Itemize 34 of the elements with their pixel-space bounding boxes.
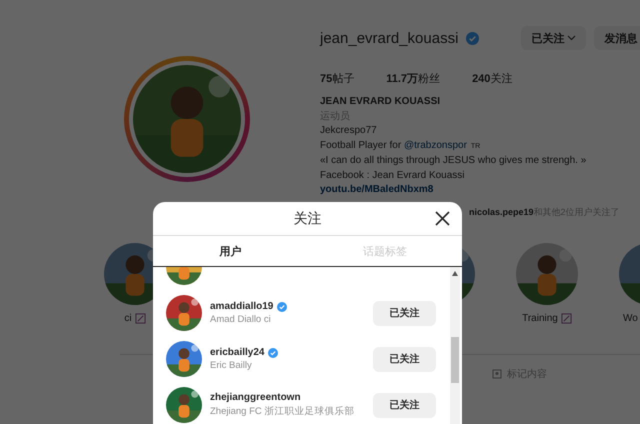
highlight-label: ci <box>124 312 132 324</box>
account-username[interactable]: zhejianggreentown <box>210 392 301 403</box>
stat-count[interactable]: 11.7万粉丝 <box>386 71 440 86</box>
mention-link[interactable]: @trabzonspor <box>404 138 467 153</box>
highlight-label: Training <box>522 312 558 324</box>
bio-text: Jekcrespo77 <box>320 124 377 138</box>
following-button[interactable]: 已关注 <box>373 300 436 326</box>
bio-text: Facebook : Jean Evrard Kouassi <box>320 168 465 182</box>
website-link[interactable]: youtu.be/MBaledNbxm8 <box>320 183 434 198</box>
account-username[interactable]: amaddiallo19 <box>210 301 274 312</box>
following-button[interactable]: 已关注 <box>373 346 436 372</box>
account-name: Zhejiang FC 浙江职业足球俱乐部 <box>210 405 356 418</box>
username: jean_evrard_kouassi <box>320 30 458 46</box>
dialog-title: 关注 <box>294 210 322 228</box>
account-username[interactable]: ericbailly24 <box>210 347 264 358</box>
bio-text: «I can do all things through JESUS who gives me strengh. » <box>320 154 586 168</box>
chevron-down-icon <box>567 35 576 41</box>
account-name: Amad Diallo ci <box>210 314 272 325</box>
close-icon[interactable] <box>435 211 450 226</box>
tag-icon <box>492 368 502 378</box>
message-button[interactable]: 发消息 <box>594 26 640 50</box>
following-button[interactable]: 已关注 <box>373 392 436 418</box>
stat-count[interactable]: 75帖子 <box>320 71 354 86</box>
bio-text: Football Player for <box>320 138 402 152</box>
scrollbar[interactable] <box>450 267 460 424</box>
highlight-label: Wo <box>623 312 638 324</box>
scroll-thumb[interactable] <box>451 337 459 383</box>
full-name: JEAN EVRARD KOUASSI <box>320 95 442 109</box>
dialog-tab[interactable]: 用户 <box>153 236 308 266</box>
stat-count[interactable]: 240关注 <box>472 71 512 86</box>
scroll-up-icon[interactable] <box>452 271 458 276</box>
account-name: Eric Bailly <box>210 360 253 371</box>
following-button[interactable]: 已关注 <box>521 26 586 50</box>
dialog-tab[interactable]: 话题标签 <box>308 236 462 266</box>
